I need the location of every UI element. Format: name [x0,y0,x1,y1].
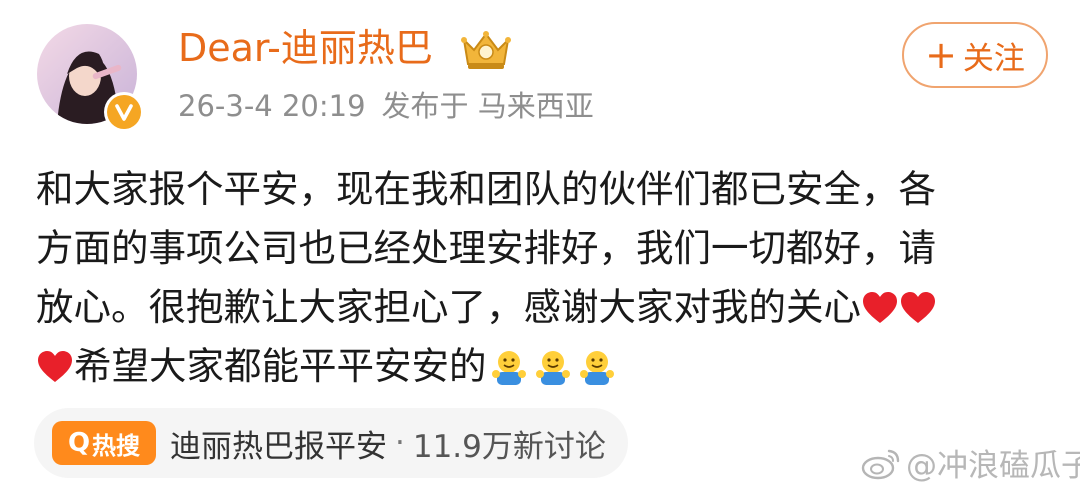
content-line: 方面的事项公司也已经处理安排好，我们一切都好，请 [36,226,936,270]
crown-vip-icon [458,28,514,72]
post-location: 发布于 马来西亚 [381,89,594,123]
hot-search-topic: 迪丽热巴报平安 [170,428,387,465]
hot-search-separator: · [395,425,405,461]
hot-search-badge: Q 热搜 [52,421,156,465]
post-content: 和大家报个平安，现在我和团队的伙伴们都已安全，各 方面的事项公司也已经处理安排好… [36,160,1056,396]
post-meta: 26-3-4 20:19 发布于 马来西亚 [178,86,594,126]
content-text: 放心。很抱歉让大家担心了，感谢大家对我的关心 [36,285,861,329]
weibo-logo-icon [861,449,900,479]
hot-search-chip[interactable]: Q 热搜 迪丽热巴报平安 · 11.9万新讨论 [34,408,628,478]
search-icon: Q [67,428,91,458]
plus-icon: + [925,33,957,77]
watermark: @冲浪磕瓜子 [860,440,1080,485]
hot-search-discussion-count: 11.9万新讨论 [412,428,606,465]
red-heart-emoji [38,350,72,382]
author-name[interactable]: Dear-迪丽热巴 [178,22,433,74]
follow-button[interactable]: + 关注 [902,22,1048,88]
follow-label: 关注 [962,40,1025,77]
hot-search-badge-label: 热搜 [92,431,141,460]
content-line: 和大家报个平安，现在我和团队的伙伴们都已安全，各 [36,167,936,211]
post-date: 26-3-4 20:19 [178,89,366,123]
content-text: 希望大家都能平平安安的 [74,344,487,388]
hug-emoji [579,350,614,385]
hug-emoji [535,350,570,385]
content-line: 希望大家都能平平安安的 [36,337,1056,396]
content-line: 放心。很抱歉让大家担心了，感谢大家对我的关心 [36,278,1056,337]
verified-badge-icon [104,92,144,132]
red-heart-emoji [901,291,935,323]
red-heart-emoji [863,291,897,323]
watermark-text: @冲浪磕瓜子 [906,448,1080,484]
hug-emoji [491,350,526,385]
